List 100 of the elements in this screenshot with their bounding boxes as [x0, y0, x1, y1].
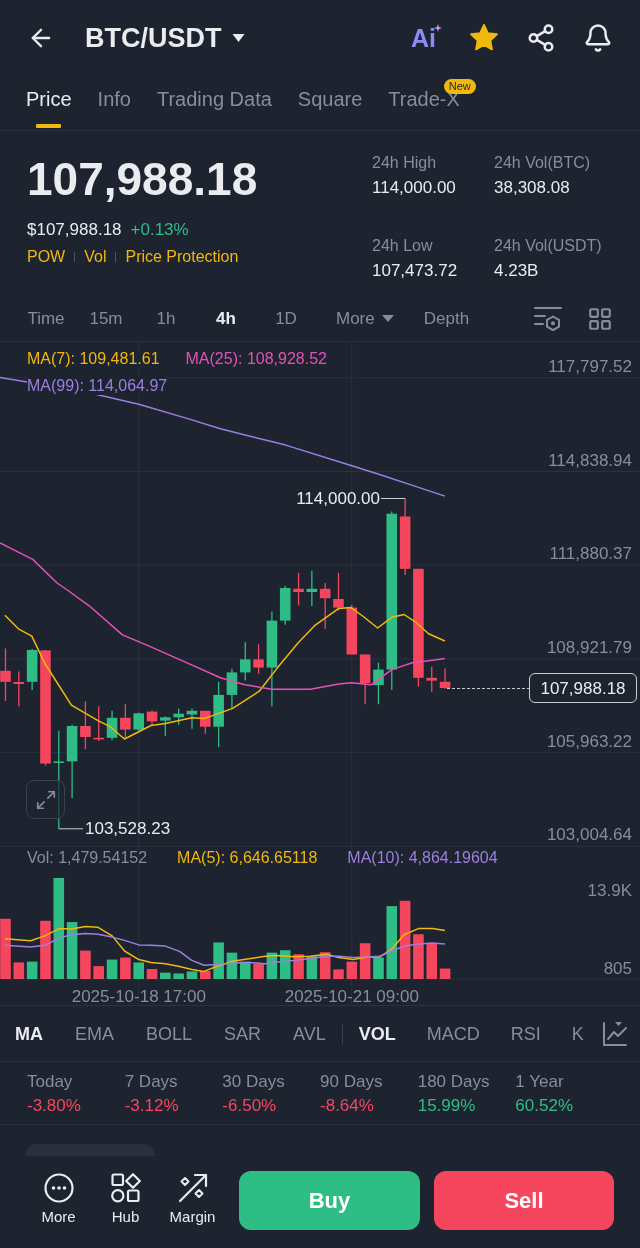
indicator-tab[interactable]: MA — [15, 1022, 43, 1045]
stat-value: 38,308.08 — [494, 178, 571, 198]
candlestick — [213, 681, 224, 748]
high-price-label: 114,000.00 — [296, 489, 380, 508]
last-price: 107,988.18 — [27, 153, 258, 205]
interval-tab[interactable]: More — [336, 307, 394, 330]
candlestick — [146, 709, 158, 727]
new-badge: New — [443, 79, 476, 94]
period-change: -3.80% — [27, 1095, 82, 1117]
volume-bar — [26, 961, 38, 979]
ai-button[interactable]: Ai — [411, 23, 442, 52]
volume-bar — [40, 920, 51, 979]
ma-legend-label: MA(25): 108,928.52 — [185, 350, 327, 368]
candlestick — [319, 582, 331, 630]
low-price-label: 103,528.23 — [85, 819, 171, 838]
leader-line — [58, 828, 84, 830]
period-label: 1 Year — [515, 1071, 565, 1093]
share-icon[interactable] — [526, 22, 556, 53]
volume-legend-label: Vol: 1,479.54152 — [27, 849, 148, 867]
volume-bar — [200, 971, 211, 979]
grid-icon[interactable] — [587, 305, 613, 332]
stat-value: 107,473.72 — [372, 260, 459, 281]
period-label: 7 Days — [124, 1071, 179, 1093]
tab[interactable]: Info — [97, 75, 131, 130]
shapes-icon — [110, 1173, 141, 1203]
sell-button[interactable]: Sell — [434, 1171, 614, 1230]
toolbar-button[interactable]: More — [25, 1171, 92, 1226]
candlestick — [13, 670, 25, 707]
candlestick — [239, 641, 251, 682]
indicator-tab[interactable]: AVL — [293, 1022, 326, 1045]
date-label: 2025-10-21 09:00 — [284, 987, 419, 1006]
volume-bar — [133, 962, 144, 979]
line-chart-icon[interactable] — [602, 1020, 628, 1047]
stat-value: 114,000.00 — [372, 178, 457, 198]
expand-button[interactable] — [26, 780, 65, 819]
interval-tab[interactable]: 15m — [76, 307, 136, 330]
stat-label: 24h High — [372, 153, 438, 173]
tag-link[interactable]: Vol — [84, 247, 107, 267]
tab[interactable]: Trading Data — [156, 75, 272, 130]
period-change: 60.52% — [515, 1095, 575, 1117]
volume-bar — [80, 950, 91, 979]
indicator-tab[interactable]: EMA — [75, 1022, 114, 1045]
tab[interactable]: New Trade-X — [388, 75, 476, 130]
tag-link[interactable]: POW — [27, 247, 66, 267]
volume-bar — [413, 934, 424, 979]
more-icon — [43, 1173, 74, 1203]
volume-bar — [333, 969, 344, 979]
candlestick — [80, 700, 91, 750]
volume-bar — [186, 971, 198, 979]
price-usd: $107,988.18 — [27, 220, 122, 240]
volume-axis-label: 805 — [603, 960, 632, 978]
diagonal-arrow-icon — [177, 1173, 208, 1203]
candlestick — [160, 715, 171, 737]
interval-tab[interactable]: 4h — [196, 307, 256, 330]
candlestick — [359, 653, 371, 705]
interval-tab[interactable]: 1D — [256, 307, 316, 330]
pair-selector[interactable]: BTC/USDT — [85, 21, 245, 54]
candlestick — [106, 710, 118, 741]
candlestick — [373, 662, 384, 705]
toolbar-button[interactable]: Hub — [92, 1171, 159, 1226]
leader-line — [380, 498, 406, 499]
candlestick — [226, 668, 238, 710]
candlestick — [133, 711, 144, 732]
interval-tab[interactable]: Depth — [423, 307, 470, 330]
bell-icon[interactable] — [583, 22, 613, 53]
tab[interactable]: Square — [297, 75, 363, 130]
toolbar-button[interactable]: Margin — [159, 1171, 226, 1226]
indicator-tab[interactable]: K — [571, 1022, 584, 1045]
indicator-tab[interactable]: VOL — [358, 1022, 396, 1045]
volume-legend-label: MA(5): 6,646.65118 — [177, 849, 318, 867]
candlestick — [426, 666, 438, 693]
interval-tab[interactable]: Time — [16, 307, 76, 330]
volume-bar — [160, 972, 171, 979]
volume-axis-label: 13.9K — [587, 882, 632, 900]
period-label: 90 Days — [320, 1071, 384, 1093]
price-axis-label: 111,880.37 — [549, 545, 632, 564]
indicator-tab[interactable]: SAR — [224, 1022, 262, 1045]
indicator-tab[interactable]: RSI — [510, 1022, 541, 1045]
price-change: +0.13% — [130, 220, 189, 240]
tag-link[interactable]: Price Protection — [125, 247, 239, 267]
caret-icon — [231, 33, 245, 42]
volume-bar — [293, 954, 304, 979]
candlestick — [173, 707, 184, 726]
stat-label: 24h Low — [372, 235, 434, 256]
price-axis-label: 108,921.79 — [546, 638, 632, 657]
star-icon[interactable] — [469, 22, 499, 53]
price-axis-label: 105,963.22 — [546, 732, 632, 751]
price-axis-label: 103,004.64 — [546, 826, 632, 845]
volume-bar — [306, 956, 318, 979]
tab[interactable]: Price — [26, 75, 72, 130]
caret-icon — [381, 315, 394, 322]
chart-settings-icon[interactable] — [534, 305, 562, 332]
period-change: -6.50% — [222, 1095, 278, 1117]
interval-tab[interactable]: 1h — [136, 307, 196, 330]
volume-bar — [279, 950, 291, 979]
volume-bar — [373, 957, 384, 979]
indicator-tab[interactable]: MACD — [426, 1022, 480, 1045]
indicator-tab[interactable]: BOLL — [146, 1022, 193, 1045]
stat-value: 4.23B — [494, 260, 540, 281]
volume-bar — [173, 973, 184, 979]
